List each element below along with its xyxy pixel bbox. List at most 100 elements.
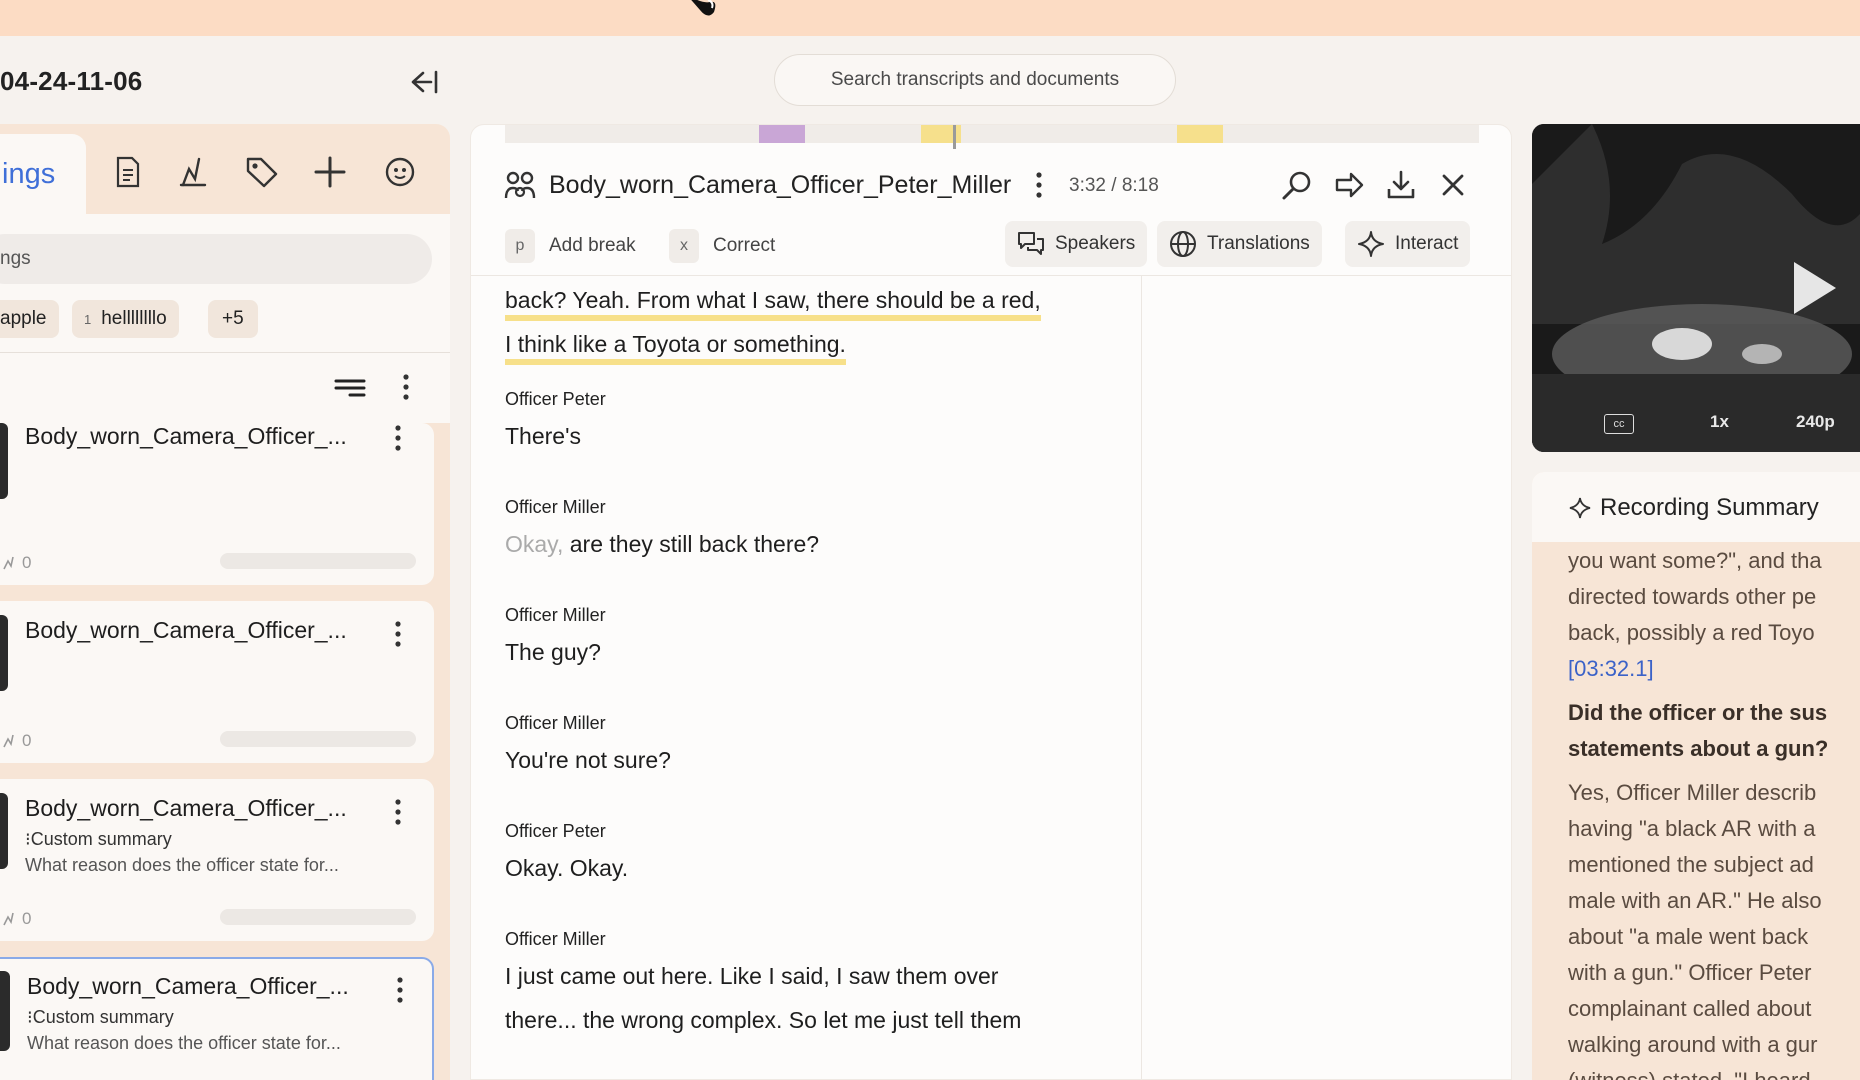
timestamp-link[interactable]: [03:32.1] [1568, 656, 1654, 682]
globe-icon [1170, 231, 1196, 257]
video-player[interactable]: cc 1x 240p [1532, 124, 1860, 452]
signature-count-value: 0 [22, 553, 32, 572]
captions-button[interactable]: cc [1604, 414, 1634, 434]
speakers-button[interactable]: Speakers [1005, 221, 1148, 267]
timeline-segment [1177, 125, 1223, 143]
download-icon[interactable] [1381, 165, 1421, 205]
transcript-line[interactable]: There's [505, 421, 581, 451]
summary-text-line: back, possibly a red Toyo [1568, 620, 1815, 645]
speakers-group-icon [503, 169, 537, 203]
translations-label: Translations [1207, 233, 1310, 254]
transcript-line[interactable]: I just came out here. Like I said, I saw… [505, 961, 998, 991]
custom-summary-label: ⁝Custom summary [27, 1007, 174, 1028]
signature-count-value: 0 [22, 731, 32, 750]
speaker-name[interactable]: Officer Peter [505, 389, 606, 410]
add-break-label: Add break [549, 235, 636, 256]
tag-icon[interactable] [242, 152, 282, 192]
summary-text-line: Yes, Officer Miller describ [1568, 780, 1817, 805]
timeline-playhead[interactable] [953, 125, 956, 149]
transcript-menu-icon[interactable] [1027, 165, 1051, 205]
translations-button[interactable]: Translations [1157, 221, 1322, 267]
mouse-cursor-icon [691, 0, 716, 16]
document-icon[interactable] [108, 152, 148, 192]
card-menu-icon[interactable] [386, 619, 410, 649]
transcript-header: Body_worn_Camera_Officer_Peter_Miller 3:… [471, 155, 1511, 215]
recording-thumbnail [0, 423, 8, 499]
transcript-panel: Body_worn_Camera_Officer_Peter_Miller 3:… [470, 124, 1512, 1080]
unconfirmed-word: Okay, [505, 531, 564, 557]
filter-placeholder: ngs [0, 248, 31, 269]
add-break-shortcut: p [505, 229, 535, 263]
signature-count: 0 [2, 731, 31, 751]
speakers-label: Speakers [1055, 233, 1136, 254]
summary-label-text: Custom summary [32, 1007, 174, 1027]
transcript-body: back? Yeah. From what I saw, there shoul… [505, 277, 1125, 1079]
sort-icon[interactable] [334, 373, 368, 403]
speaker-name[interactable]: Officer Miller [505, 713, 606, 734]
recordings-body: ngs apple 1 hellllllllo +5 Body_worn_Cam [0, 214, 450, 1080]
recording-card[interactable]: Body_worn_Camera_Officer_... 0 [0, 601, 434, 763]
recording-title: Body_worn_Camera_Officer_... [25, 423, 347, 449]
interact-button[interactable]: Interact [1345, 221, 1471, 267]
summary-text-line: directed towards other pe [1568, 584, 1817, 609]
panel-tabs: ings [0, 124, 450, 214]
speaker-name[interactable]: Officer Peter [505, 821, 606, 842]
tag-chip[interactable]: apple [0, 300, 59, 338]
card-menu-icon[interactable] [386, 423, 410, 453]
transcript-line[interactable]: back? Yeah. From what I saw, there shoul… [505, 287, 1041, 321]
progress-bar [220, 909, 416, 925]
summary-text-line: male with an AR." He also [1568, 888, 1822, 913]
timeline-scrubber[interactable] [505, 125, 1479, 149]
plus-icon[interactable] [310, 152, 350, 192]
search-icon[interactable] [1277, 165, 1317, 205]
speaker-name[interactable]: Officer Miller [505, 497, 606, 518]
list-menu-icon[interactable] [394, 371, 418, 403]
recording-card-selected[interactable]: Body_worn_Camera_Officer_... ⁝Custom sum… [0, 957, 434, 1080]
transcript-line[interactable]: I think like a Toyota or something. [505, 331, 846, 365]
signature-count-value: 0 [22, 909, 32, 928]
signature-icon [3, 734, 14, 748]
tab-recordings[interactable]: ings [0, 134, 86, 214]
recording-card[interactable]: Body_worn_Camera_Officer_... ⁝Custom sum… [0, 779, 434, 941]
summary-text-line: you want some?", and tha [1568, 548, 1822, 573]
add-break-button[interactable]: p Add break [505, 227, 636, 265]
recording-thumbnail [0, 971, 10, 1051]
recording-card[interactable]: Body_worn_Camera_Officer_... 0 [0, 423, 434, 585]
progress-bar [220, 731, 416, 747]
close-icon[interactable] [1433, 165, 1473, 205]
recording-summary-panel: Recording Summary you want some?", and t… [1532, 472, 1860, 1080]
playback-speed-button[interactable]: 1x [1710, 412, 1729, 432]
search-input[interactable]: Search transcripts and documents [774, 54, 1176, 106]
share-icon[interactable] [1329, 165, 1369, 205]
transcript-line[interactable]: You're not sure? [505, 745, 671, 775]
recording-title: Body_worn_Camera_Officer_... [27, 973, 349, 999]
collapse-left-icon [411, 70, 438, 94]
correct-button[interactable]: x Correct [669, 227, 775, 265]
transcript-line[interactable]: Okay. Okay. [505, 853, 628, 883]
transcript-line[interactable]: The guy? [505, 637, 601, 667]
face-scan-icon[interactable] [380, 152, 420, 192]
list-toolbar [0, 353, 450, 423]
play-icon[interactable] [1790, 258, 1840, 318]
tag-chip-label: apple [0, 308, 47, 329]
card-menu-icon[interactable] [386, 797, 410, 827]
signature-icon[interactable] [174, 152, 214, 192]
summary-text-line: mentioned the subject ad [1568, 852, 1814, 877]
transcript-text: are they still back there? [569, 531, 820, 557]
summary-header: Recording Summary [1532, 472, 1860, 542]
captions-label: cc [1613, 418, 1625, 430]
session-title: 04-24-11-06 [0, 66, 143, 96]
collapse-sidebar-button[interactable] [406, 64, 442, 100]
card-menu-icon[interactable] [388, 975, 412, 1005]
tag-chip[interactable]: 1 hellllllllo [72, 300, 179, 338]
speaker-name[interactable]: Officer Miller [505, 929, 606, 950]
summary-question-line: Did the officer or the sus [1568, 700, 1828, 725]
transcript-line[interactable]: Okay, are they still back there? [505, 529, 819, 559]
summary-text-line: about "a male went back [1568, 924, 1809, 949]
speaker-name[interactable]: Officer Miller [505, 605, 606, 626]
quality-button[interactable]: 240p [1796, 412, 1835, 432]
more-tags-chip[interactable]: +5 [208, 300, 258, 338]
transcript-line[interactable]: there... the wrong complex. So let me ju… [505, 1005, 1021, 1035]
tag-chip-label: hellllllllo [101, 308, 167, 329]
filter-input[interactable]: ngs [0, 234, 432, 284]
